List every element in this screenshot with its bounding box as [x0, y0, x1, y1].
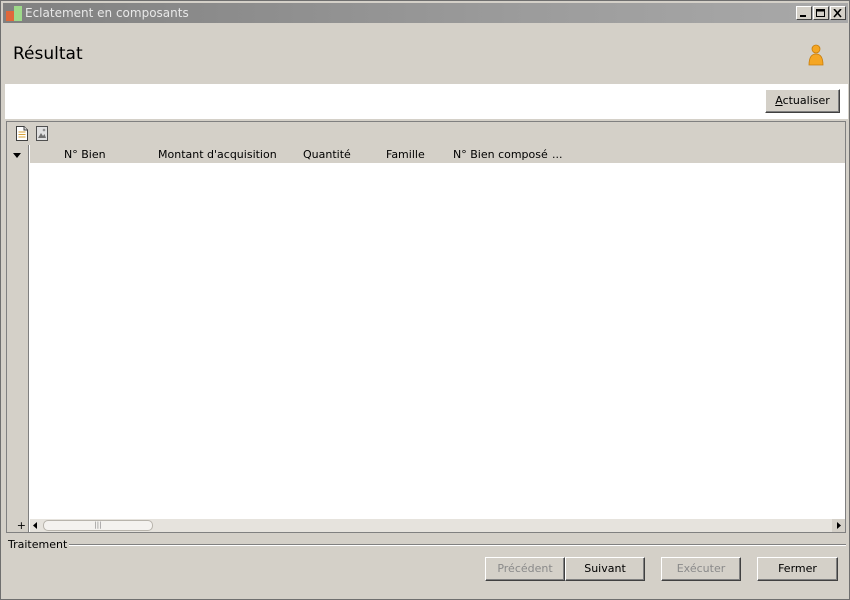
export-image-icon[interactable] [35, 126, 49, 141]
column-header-bien-compose[interactable]: N° Bien composé [453, 148, 548, 161]
grid-toolbar [7, 122, 845, 145]
previous-button[interactable]: Précédent [485, 557, 565, 581]
maximize-button[interactable] [813, 6, 829, 20]
grid-header: N° Bien Montant d'acquisition Quantité F… [30, 145, 845, 163]
action-panel: Actualiser [5, 84, 848, 119]
refresh-button[interactable]: Actualiser [765, 89, 840, 113]
close-window-button[interactable] [830, 6, 846, 20]
execute-button[interactable]: Exécuter [661, 557, 741, 581]
scroll-right-icon [837, 522, 841, 529]
column-header-famille[interactable]: Famille [386, 148, 425, 161]
column-header-more[interactable]: ... [552, 148, 563, 161]
page-title: Résultat [13, 44, 83, 64]
close-icon [833, 9, 842, 18]
close-button[interactable]: Fermer [757, 557, 838, 581]
refresh-accelerator: A [775, 94, 783, 107]
user-icon[interactable] [807, 44, 825, 66]
scrollbar-thumb[interactable]: ||| [43, 520, 153, 531]
scroll-left-icon[interactable] [30, 520, 41, 531]
results-grid: N° Bien Montant d'acquisition Quantité F… [6, 121, 846, 533]
group-label-traitement: Traitement [8, 538, 70, 551]
row-selector-column [7, 145, 29, 532]
grid-body[interactable] [30, 163, 845, 519]
chevron-down-icon[interactable] [13, 153, 21, 158]
window-title: Eclatement en composants [25, 6, 189, 20]
group-divider [61, 544, 846, 546]
main-window: Eclatement en composants Résultat Actual… [0, 0, 850, 600]
app-icon [6, 6, 22, 21]
horizontal-scrollbar[interactable]: ||| [30, 519, 845, 532]
maximize-icon [816, 9, 825, 17]
refresh-label: ctualiser [782, 94, 830, 107]
title-bar[interactable]: Eclatement en composants [3, 3, 848, 23]
minimize-button[interactable] [796, 6, 812, 20]
new-document-icon[interactable] [15, 126, 29, 141]
minimize-icon [800, 15, 806, 17]
column-header-bien[interactable]: N° Bien [64, 148, 106, 161]
add-row-button[interactable]: + [8, 519, 28, 532]
next-button[interactable]: Suivant [565, 557, 645, 581]
scroll-right-button[interactable] [832, 519, 845, 532]
column-header-montant[interactable]: Montant d'acquisition [158, 148, 277, 161]
column-header-quantite[interactable]: Quantité [303, 148, 351, 161]
